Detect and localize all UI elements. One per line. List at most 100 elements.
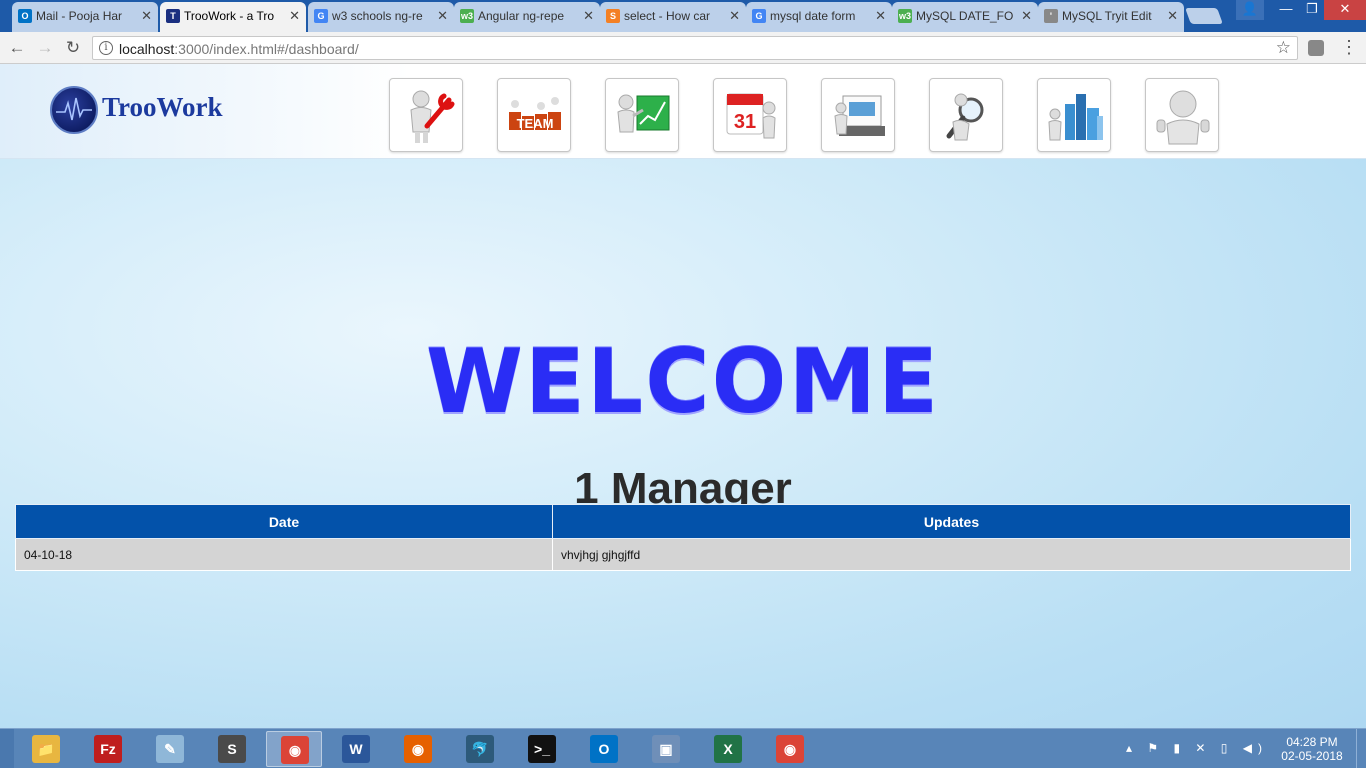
url-path: :3000/index.html#/dashboard/: [174, 41, 359, 57]
app-header: TrooWork TEAM 31: [0, 64, 1366, 159]
browser-tab[interactable]: O Mail - Pooja Har ✕: [12, 2, 158, 32]
nav-tile-profile[interactable]: [1145, 78, 1219, 152]
browser-tab[interactable]: Gmysql date form ✕: [746, 2, 892, 32]
taskbar-app-outlook[interactable]: O: [576, 731, 632, 767]
browser-tab[interactable]: T TrooWork - a Tro ✕: [160, 2, 306, 32]
tab-title: mysql date form: [770, 9, 856, 23]
logo-text: TrooWork: [102, 92, 223, 122]
taskbar-app-excel[interactable]: X: [700, 731, 756, 767]
nav-tile-maintenance[interactable]: [389, 78, 463, 152]
tab-close-icon[interactable]: ✕: [729, 2, 740, 30]
updates-table: Date Updates 04-10-18 vhvjhgj gjhgjffd: [15, 504, 1351, 571]
buildings-icon: [1048, 94, 1103, 141]
clock-time: 04:28 PM: [1286, 735, 1338, 749]
cell-date: 04-10-18: [15, 538, 553, 571]
w3schools-icon: w3: [460, 9, 474, 23]
restore-button[interactable]: ❐: [1298, 0, 1326, 20]
clock[interactable]: 04:28 PM 02-05-2018: [1276, 735, 1348, 763]
nav-tile-calendar[interactable]: 31: [713, 78, 787, 152]
excel-icon: X: [714, 735, 742, 763]
tab-title: MySQL DATE_FO: [916, 9, 1014, 23]
url-text[interactable]: localhost:3000/index.html#/dashboard/: [119, 41, 359, 57]
column-header-updates[interactable]: Updates: [552, 504, 1351, 539]
tab-title: w3 schools ng-re: [332, 9, 423, 23]
nav-tile-reports[interactable]: [605, 78, 679, 152]
show-desktop-button[interactable]: [1356, 729, 1366, 768]
w3schools-icon: w3: [898, 9, 912, 23]
profile-icon[interactable]: 👤: [1236, 0, 1264, 20]
tab-title: Mail - Pooja Har: [36, 9, 123, 23]
google-icon: G: [314, 9, 328, 23]
tab-close-icon[interactable]: ✕: [289, 2, 300, 30]
reload-icon[interactable]: ↻: [62, 37, 84, 59]
mysql-icon: 🐬: [466, 735, 494, 763]
taskbar-app-filezilla[interactable]: Fz: [80, 731, 136, 767]
taskbar-app-word[interactable]: W: [328, 731, 384, 767]
thumbs-up-figure-icon: [1156, 90, 1210, 145]
taskbar-app-sublime[interactable]: S: [204, 731, 260, 767]
folder-icon: 📁: [32, 735, 60, 763]
tryit-icon: ': [1044, 9, 1058, 23]
column-header-date[interactable]: Date: [15, 504, 553, 539]
tab-title: Angular ng-repe: [478, 9, 565, 23]
tab-close-icon[interactable]: ✕: [437, 2, 448, 30]
file-cabinet-icon: [834, 95, 885, 136]
logo-emblem: [50, 86, 98, 134]
start-button[interactable]: [0, 729, 14, 768]
new-tab-button[interactable]: [1185, 8, 1223, 24]
tab-title: select - How car: [624, 9, 711, 23]
forward-arrow-icon[interactable]: →: [34, 37, 56, 59]
sublime-icon: S: [218, 735, 246, 763]
notepad-icon: ✎: [156, 735, 184, 763]
browser-tab[interactable]: Sselect - How car ✕: [600, 2, 746, 32]
browser-tab[interactable]: w3 MySQL DATE_FO ✕: [892, 2, 1038, 32]
wrench-figure-icon: [410, 90, 455, 143]
taskbar-app-chrome-2[interactable]: ◉: [762, 731, 818, 767]
info-icon[interactable]: i: [99, 41, 113, 55]
taskbar-app-mysql-workbench[interactable]: 🐬: [452, 731, 508, 767]
taskbar-app-virtualbox[interactable]: ▣: [638, 731, 694, 767]
minimize-button[interactable]: —: [1272, 0, 1300, 20]
nav-tile-team[interactable]: TEAM: [497, 78, 571, 152]
browser-toolbar: ← → ↻ i localhost:3000/index.html#/dashb…: [0, 32, 1366, 64]
tab-title: TrooWork - a Tro: [184, 9, 275, 23]
table-header-row: Date Updates: [15, 504, 1351, 539]
tab-close-icon[interactable]: ✕: [141, 2, 152, 30]
svg-text:TEAM: TEAM: [517, 116, 554, 131]
tab-close-icon[interactable]: ✕: [1021, 2, 1032, 30]
chart-presenter-icon: [617, 94, 670, 133]
browser-tab-strip: O Mail - Pooja Har ✕ T TrooWork - a Tro ✕ Gw3 …: [0, 0, 1366, 32]
outlook-icon: O: [18, 9, 32, 23]
terminal-icon: >_: [528, 735, 556, 763]
google-icon: G: [752, 9, 766, 23]
taskbar-app-cmd[interactable]: >_: [514, 731, 570, 767]
taskbar-app-notepad[interactable]: ✎: [142, 731, 198, 767]
tab-close-icon[interactable]: ✕: [583, 2, 594, 30]
system-tray-icons[interactable]: ▴ ⚑ ▮ ✕ ▯ ◀): [1126, 741, 1268, 755]
bookmark-star-icon[interactable]: ☆: [1276, 38, 1291, 58]
tab-title: MySQL Tryit Edit: [1062, 9, 1152, 23]
stackoverflow-icon: S: [606, 9, 620, 23]
tab-close-icon[interactable]: ✕: [1167, 2, 1178, 30]
windows-taskbar: 📁 Fz ✎ S ◉ W ◉ 🐬 >_ O ▣ X ◉ ▴ ⚑ ▮ ✕ ▯ ◀) 04:28 PM 02…: [0, 728, 1366, 768]
taskbar-app-explorer[interactable]: 📁: [18, 731, 74, 767]
taskbar-app-firefox[interactable]: ◉: [390, 731, 446, 767]
taskbar-app-chrome[interactable]: ◉: [266, 731, 322, 767]
calendar-icon: 31: [726, 93, 776, 139]
close-window-button[interactable]: ✕: [1324, 0, 1366, 20]
browser-tab[interactable]: ' MySQL Tryit Edit ✕: [1038, 2, 1184, 32]
browser-tab[interactable]: Gw3 schools ng-re ✕: [308, 2, 454, 32]
extension-icon[interactable]: [1308, 40, 1324, 56]
menu-icon[interactable]: ⋮: [1340, 36, 1358, 58]
table-row: 04-10-18 vhvjhgj gjhgjffd: [15, 538, 1351, 571]
team-icon: TEAM: [509, 97, 561, 131]
welcome-heading: WELCOME: [425, 330, 941, 433]
nav-tile-buildings[interactable]: [1037, 78, 1111, 152]
nav-tile-inspection[interactable]: [929, 78, 1003, 152]
address-bar[interactable]: i localhost:3000/index.html#/dashboard/ …: [92, 36, 1298, 60]
tab-close-icon[interactable]: ✕: [875, 2, 886, 30]
browser-tab[interactable]: w3 Angular ng-repe ✕: [454, 2, 600, 32]
outlook-icon: O: [590, 735, 618, 763]
nav-tile-inventory[interactable]: [821, 78, 895, 152]
back-arrow-icon[interactable]: ←: [6, 37, 28, 59]
